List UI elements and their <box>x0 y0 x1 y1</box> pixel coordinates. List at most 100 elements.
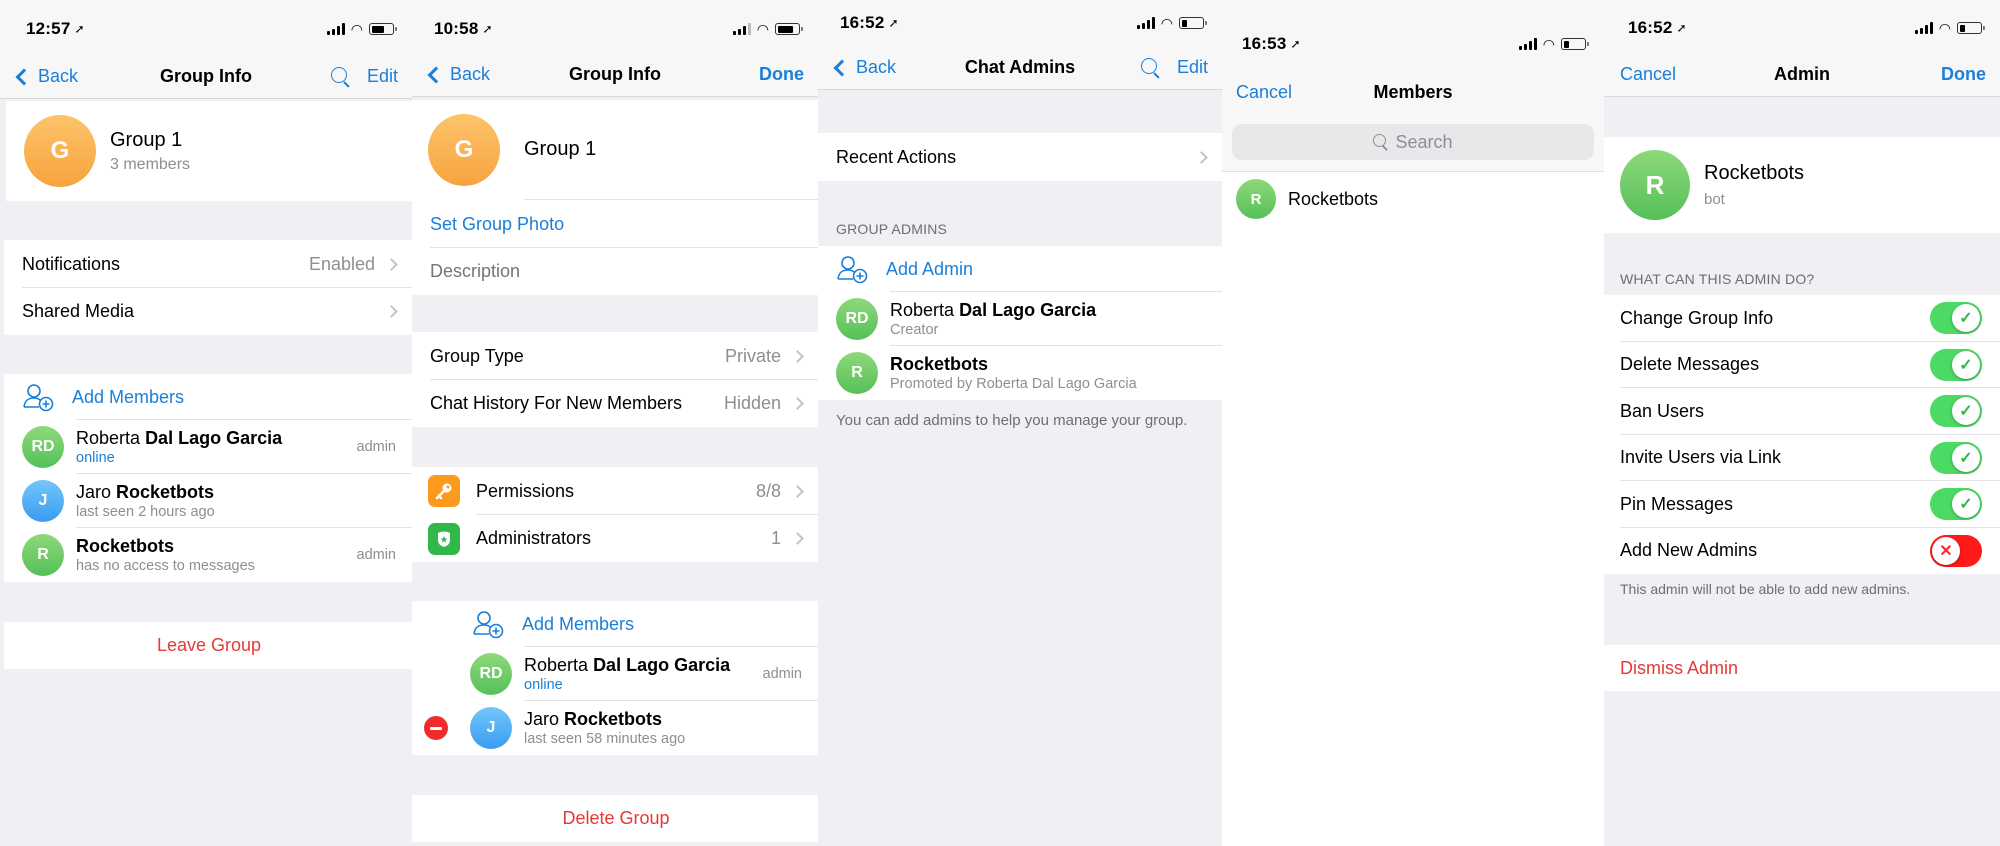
row-label: Administrators <box>476 528 592 548</box>
administrators-row[interactable]: Administrators 1 <box>412 515 818 562</box>
status-time: 12:57 <box>26 19 71 38</box>
row-label: Permissions <box>476 480 575 501</box>
group-info-screen: 12:57 ➚ ◠ Back Group Info Edit G Group 1… <box>0 0 412 846</box>
chevron-left-icon <box>427 66 445 83</box>
description-field[interactable] <box>412 248 818 295</box>
member-count: 3 members <box>110 155 191 173</box>
leave-group-label: Leave Group <box>156 635 262 655</box>
section-header: GROUP ADMINS <box>836 221 948 237</box>
member-row[interactable]: RD Roberta Dal Lago Garcia online admin <box>4 420 412 474</box>
add-members-button[interactable]: Add Members <box>412 601 818 647</box>
avatar: R <box>836 352 878 394</box>
search-bar-container: Search <box>1222 114 1604 172</box>
search-icon[interactable] <box>1140 57 1161 78</box>
group-settings-section: Group Type Private Chat History For New … <box>412 332 818 427</box>
edit-button[interactable]: Edit <box>367 66 398 87</box>
notifications-row[interactable]: Notifications Enabled <box>4 240 412 288</box>
group-edit-header: G Set Group Photo <box>412 100 818 295</box>
permission-toggle[interactable]: ✓ <box>1930 488 1982 521</box>
permission-toggle[interactable]: ✓ <box>1930 348 1982 381</box>
permissions-list: Change Group Info ✓ Delete Messages ✓ Ba… <box>1604 295 2000 574</box>
members-list: R Rocketbots <box>1222 172 1604 226</box>
member-row[interactable]: R Rocketbots <box>1222 172 1604 226</box>
row-label: Shared Media <box>22 301 135 321</box>
avatar: J <box>470 707 512 749</box>
search-field[interactable]: Search <box>1232 124 1594 160</box>
check-icon: ✓ <box>1952 304 1980 333</box>
add-admin-button[interactable]: Add Admin <box>818 246 1222 292</box>
permissions-row[interactable]: Permissions 8/8 <box>412 467 818 515</box>
shared-media-row[interactable]: Shared Media <box>4 288 412 335</box>
avatar: R <box>1620 150 1690 220</box>
member-row[interactable]: R Rocketbots has no access to messages a… <box>4 528 412 582</box>
permission-label: Ban Users <box>1620 400 1705 421</box>
member-status: has no access to messages <box>76 558 255 574</box>
row-label: Group Type <box>430 345 524 366</box>
member-status: online <box>76 450 115 466</box>
avatar: R <box>22 534 64 576</box>
done-button[interactable]: Done <box>759 64 804 85</box>
cancel-button[interactable]: Cancel <box>1620 64 1676 85</box>
battery-icon <box>775 23 803 35</box>
back-button[interactable]: Back <box>832 57 896 78</box>
permission-toggle[interactable]: ✓ <box>1930 395 1982 428</box>
first-name: Roberta <box>76 428 141 448</box>
back-label: Back <box>856 57 897 77</box>
chevron-right-icon <box>1195 150 1208 164</box>
admins-footnote: You can add admins to help you manage yo… <box>836 412 1188 429</box>
admin-row[interactable]: RD Roberta Dal Lago Garcia Creator <box>818 292 1222 346</box>
wifi-icon: ◠ <box>350 20 363 37</box>
add-user-icon <box>473 611 504 639</box>
remove-member-icon[interactable] <box>424 716 448 740</box>
description-input[interactable] <box>430 261 802 282</box>
permission-label: Change Group Info <box>1620 307 1774 328</box>
permission-row: Pin Messages ✓ <box>1604 481 2000 528</box>
chevron-right-icon <box>791 532 804 545</box>
group-type-row[interactable]: Group Type Private <box>412 332 818 380</box>
row-label: Chat History For New Members <box>430 393 683 413</box>
group-avatar[interactable]: G <box>24 115 96 187</box>
edit-button[interactable]: Edit <box>1177 57 1208 78</box>
cancel-button[interactable]: Cancel <box>1236 82 1292 103</box>
back-button[interactable]: Back <box>14 66 78 87</box>
recent-actions-row[interactable]: Recent Actions <box>818 133 1222 181</box>
add-user-icon <box>837 256 868 284</box>
member-row[interactable]: J Jaro Rocketbots last seen 58 minutes a… <box>412 701 818 755</box>
delete-group-button[interactable]: Delete Group <box>412 795 818 842</box>
member-row[interactable]: RD Roberta Dal Lago Garcia online admin <box>412 647 818 701</box>
chevron-right-icon <box>791 397 804 410</box>
row-value: Private <box>724 345 781 366</box>
signal-icon <box>732 23 751 35</box>
add-members-button[interactable]: Add Members <box>4 374 412 420</box>
signal-icon <box>326 23 345 35</box>
navigation-bar: Back Group Info Done <box>412 53 818 97</box>
admin-name: Rocketbots <box>890 354 989 374</box>
permission-toggle[interactable]: ✕ <box>1930 534 1982 567</box>
status-time: 10:58 <box>434 19 479 38</box>
group-name-input[interactable] <box>524 138 818 161</box>
set-group-photo-button[interactable]: Set Group Photo <box>412 200 818 248</box>
signal-icon <box>1136 17 1155 29</box>
chevron-right-icon <box>791 349 804 363</box>
permission-toggle[interactable]: ✓ <box>1930 441 1982 474</box>
permission-row: Ban Users ✓ <box>1604 388 2000 435</box>
member-row[interactable]: J Jaro Rocketbots last seen 2 hours ago <box>4 474 412 528</box>
row-label: Notifications <box>22 253 121 274</box>
dismiss-admin-button[interactable]: Dismiss Admin <box>1604 645 2000 691</box>
chat-history-row[interactable]: Chat History For New Members Hidden <box>412 380 818 427</box>
permission-label: Add New Admins <box>1620 540 1758 561</box>
admin-row[interactable]: R Rocketbots Promoted by Roberta Dal Lag… <box>818 346 1222 400</box>
permission-row: Delete Messages ✓ <box>1604 342 2000 388</box>
done-button[interactable]: Done <box>1941 64 1986 85</box>
leave-group-button[interactable]: Leave Group <box>4 622 412 669</box>
avatar: RD <box>470 653 512 695</box>
search-icon[interactable] <box>330 66 351 87</box>
back-button[interactable]: Back <box>426 64 490 85</box>
first-name: Roberta <box>524 655 589 675</box>
search-placeholder: Search <box>1395 131 1453 152</box>
group-avatar[interactable]: G <box>428 114 500 186</box>
screenshots-collage: 12:57 ➚ ◠ Back Group Info Edit G Group 1… <box>0 0 2000 846</box>
row-value: Hidden <box>723 393 781 413</box>
last-name: Dal Lago Garcia <box>593 655 731 675</box>
permission-toggle[interactable]: ✓ <box>1930 302 1982 335</box>
